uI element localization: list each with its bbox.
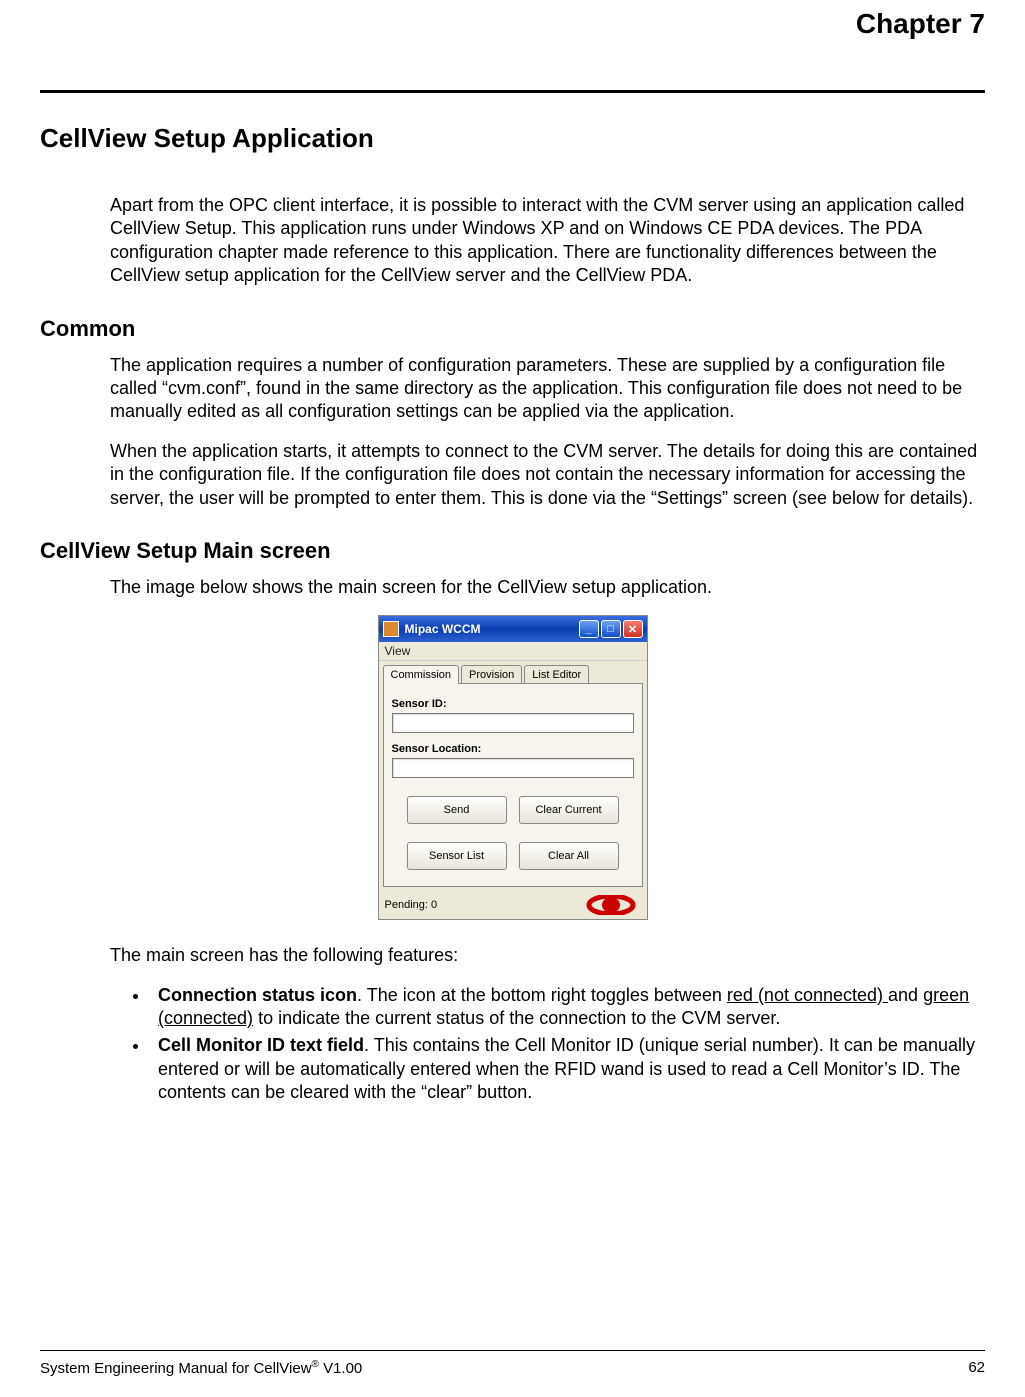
footer-left: System Engineering Manual for CellView® …	[40, 1359, 362, 1377]
common-p2: When the application starts, it attempts…	[110, 440, 985, 510]
send-button[interactable]: Send	[407, 796, 507, 824]
footer-version: V1.00	[319, 1360, 362, 1377]
feature-text: to indicate the current status of the co…	[253, 1008, 780, 1028]
feature-text: and	[888, 985, 923, 1005]
common-p1: The application requires a number of con…	[110, 354, 985, 424]
pending-status: Pending: 0	[385, 899, 438, 911]
close-icon[interactable]: ✕	[623, 620, 643, 638]
page-title: CellView Setup Application	[40, 123, 985, 154]
clear-current-button[interactable]: Clear Current	[519, 796, 619, 824]
minimize-icon[interactable]: _	[579, 620, 599, 638]
connection-status-icon	[581, 895, 641, 915]
section-common-title: Common	[40, 316, 985, 342]
clear-all-button[interactable]: Clear All	[519, 842, 619, 870]
window-titlebar: Mipac WCCM _ □ ✕	[379, 616, 647, 642]
tab-list-editor[interactable]: List Editor	[524, 665, 589, 684]
maximize-icon[interactable]: □	[601, 620, 621, 638]
feature-name: Cell Monitor ID text field	[158, 1035, 364, 1055]
tab-provision[interactable]: Provision	[461, 665, 522, 684]
window-buttons: _ □ ✕	[579, 620, 643, 638]
status-bar: Pending: 0	[379, 891, 647, 919]
tab-body: Sensor ID: Sensor Location: Send Clear C…	[383, 683, 643, 887]
features-list: Connection status icon. The icon at the …	[150, 984, 985, 1105]
sensor-location-label: Sensor Location:	[392, 743, 634, 755]
page-number: 62	[968, 1359, 985, 1377]
sensor-list-button[interactable]: Sensor List	[407, 842, 507, 870]
app-screenshot: Mipac WCCM _ □ ✕ View Commission Provisi…	[378, 615, 648, 920]
menu-view[interactable]: View	[379, 642, 647, 661]
horizontal-rule	[40, 90, 985, 93]
chapter-header: Chapter 7	[40, 0, 985, 90]
window-title: Mipac WCCM	[405, 622, 579, 636]
page-footer: System Engineering Manual for CellView® …	[40, 1350, 985, 1377]
sensor-id-input[interactable]	[392, 713, 634, 733]
features-intro: The main screen has the following featur…	[110, 944, 985, 967]
tab-commission[interactable]: Commission	[383, 665, 460, 684]
sensor-id-label: Sensor ID:	[392, 698, 634, 710]
list-item: Connection status icon. The icon at the …	[150, 984, 985, 1031]
sensor-location-input[interactable]	[392, 758, 634, 778]
main-intro: The image below shows the main screen fo…	[110, 576, 985, 599]
list-item: Cell Monitor ID text field. This contain…	[150, 1034, 985, 1104]
feature-underline: red (not connected)	[727, 985, 888, 1005]
tab-strip: Commission Provision List Editor	[379, 661, 647, 684]
intro-paragraph: Apart from the OPC client interface, it …	[110, 194, 985, 288]
app-icon	[383, 621, 399, 637]
feature-text: . The icon at the bottom right toggles b…	[357, 985, 727, 1005]
footer-product: System Engineering Manual for CellView	[40, 1360, 312, 1377]
feature-name: Connection status icon	[158, 985, 357, 1005]
section-main-title: CellView Setup Main screen	[40, 538, 985, 564]
registered-icon: ®	[312, 1359, 319, 1370]
